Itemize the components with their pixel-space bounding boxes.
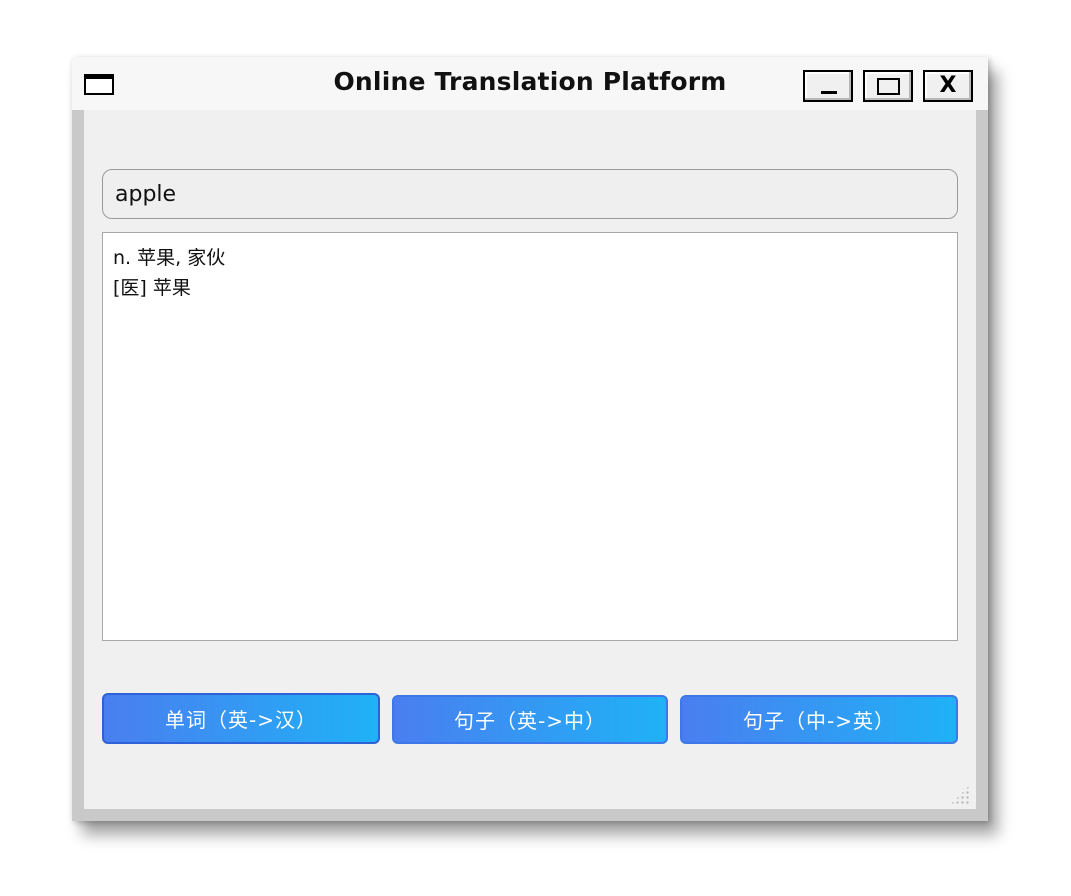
maximize-button[interactable] [863, 70, 913, 102]
app-window: Online Translation Platform X n. 苹果, 家伙 … [72, 57, 988, 821]
resize-grip-icon[interactable] [950, 785, 970, 805]
maximize-icon [877, 78, 900, 95]
sentence-cn-to-en-button[interactable]: 句子（中->英） [680, 695, 958, 744]
output-line: [医] 苹果 [113, 277, 191, 299]
title-bar[interactable]: Online Translation Platform X [72, 57, 988, 110]
window-border-left [72, 110, 84, 821]
word-en-to-cn-button[interactable]: 单词（英->汉） [102, 693, 380, 744]
close-button[interactable]: X [923, 70, 973, 102]
minimize-button[interactable] [803, 70, 853, 102]
output-line: n. 苹果, 家伙 [113, 247, 226, 269]
close-icon: X [939, 73, 957, 98]
window-border-bottom [72, 809, 988, 821]
search-input[interactable] [102, 169, 958, 219]
translation-output[interactable]: n. 苹果, 家伙 [医] 苹果 [102, 232, 958, 641]
window-border-right [976, 110, 988, 821]
minimize-icon [821, 91, 837, 94]
sentence-en-to-cn-button[interactable]: 句子（英->中） [392, 695, 668, 744]
